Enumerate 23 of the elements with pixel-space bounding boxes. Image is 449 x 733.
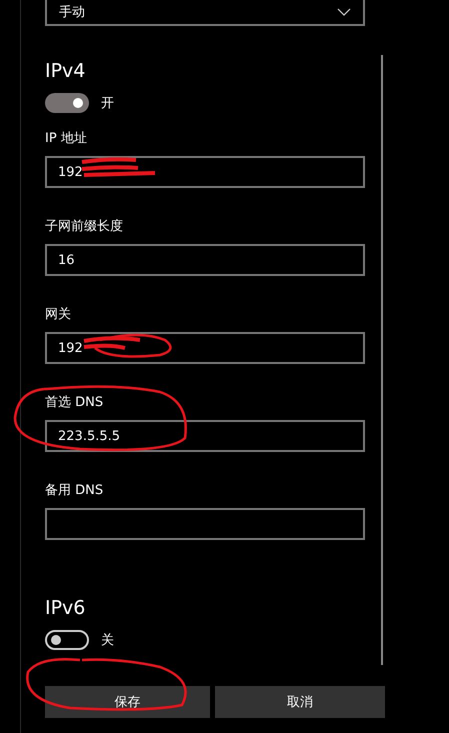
toggle-switch[interactable]: [45, 93, 89, 113]
section-heading: IPv6: [45, 596, 86, 620]
toggle-switch[interactable]: [45, 630, 89, 650]
dialog-button[interactable]: 保存: [45, 686, 210, 718]
dropdown-value: 手动: [59, 4, 85, 21]
scrollbar[interactable]: [381, 55, 383, 665]
input-field[interactable]: [45, 508, 365, 540]
dialog-button[interactable]: 取消: [215, 686, 385, 718]
scribble: [82, 336, 142, 350]
input-field[interactable]: 16: [45, 244, 365, 276]
toggle-label: 开: [101, 95, 114, 112]
field-label: 备用 DNS: [45, 482, 104, 500]
field-label: 子网前缀长度: [45, 218, 123, 236]
dropdown[interactable]: 手动: [45, 0, 365, 26]
field-label: IP 地址: [45, 130, 87, 148]
input-field[interactable]: 192: [45, 332, 365, 364]
field-label: 网关: [45, 306, 71, 324]
input-field[interactable]: 192: [45, 156, 365, 188]
input-field[interactable]: 223.5.5.5: [45, 420, 365, 452]
field-label: 首选 DNS: [45, 394, 104, 412]
section-heading: IPv4: [45, 59, 86, 83]
chevron-icon: [337, 8, 351, 16]
toggle-label: 关: [101, 632, 114, 649]
